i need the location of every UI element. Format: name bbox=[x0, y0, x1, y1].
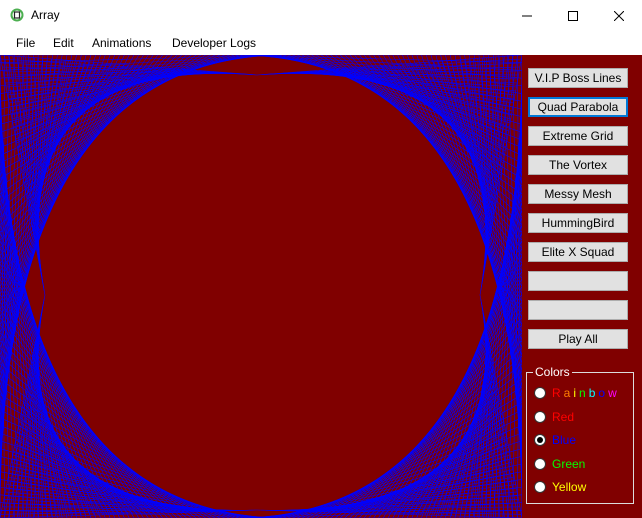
app-icon bbox=[10, 8, 24, 22]
close-icon bbox=[614, 10, 624, 21]
vip-boss-lines-button[interactable]: V.I.P Boss Lines bbox=[528, 68, 628, 88]
radio-yellow[interactable]: Yellow bbox=[534, 479, 586, 495]
radio-label-yellow: Yellow bbox=[552, 480, 587, 494]
rainbow-letter: i bbox=[573, 386, 577, 400]
maximize-icon bbox=[568, 10, 578, 21]
play-all-button[interactable]: Play All bbox=[528, 329, 628, 349]
rainbow-letter: w bbox=[608, 386, 617, 400]
hummingbird-button[interactable]: HummingBird bbox=[528, 213, 628, 233]
radio-button[interactable] bbox=[534, 458, 546, 470]
radio-label-blue: Blue bbox=[552, 433, 577, 447]
window-title: Array bbox=[31, 8, 60, 22]
radio-label-red: Red bbox=[552, 410, 575, 424]
title-bar: Array bbox=[0, 0, 642, 31]
radio-blue[interactable]: Blue bbox=[534, 432, 576, 448]
drawing-canvas: V.I.P Boss Lines Quad Parabola Extreme G… bbox=[0, 55, 642, 518]
messy-mesh-button[interactable]: Messy Mesh bbox=[528, 184, 628, 204]
elite-x-squad-button[interactable]: Elite X Squad bbox=[528, 242, 628, 262]
rainbow-letter: a bbox=[563, 386, 571, 400]
close-button[interactable] bbox=[596, 0, 642, 31]
maximize-button[interactable] bbox=[550, 0, 596, 31]
minimize-button[interactable] bbox=[504, 0, 550, 31]
menu-animations[interactable]: Animations bbox=[92, 36, 151, 50]
radio-red[interactable]: Red bbox=[534, 409, 574, 425]
the-vortex-button[interactable]: The Vortex bbox=[528, 155, 628, 175]
colors-group-label: Colors bbox=[533, 365, 572, 379]
radio-button[interactable] bbox=[534, 411, 546, 423]
rainbow-letter: R bbox=[552, 386, 561, 400]
radio-button[interactable] bbox=[534, 481, 546, 493]
menu-edit[interactable]: Edit bbox=[53, 36, 74, 50]
colors-group: Colors Rainbow Red Blue Green Yellow bbox=[526, 365, 634, 504]
radio-green[interactable]: Green bbox=[534, 456, 585, 472]
radio-label-green: Green bbox=[552, 457, 586, 471]
menu-developer-logs[interactable]: Developer Logs bbox=[172, 36, 256, 50]
menu-bar: File Edit Animations Developer Logs bbox=[0, 31, 642, 55]
menu-file[interactable]: File bbox=[16, 36, 35, 50]
radio-button[interactable] bbox=[534, 434, 546, 446]
quad-parabola-button[interactable]: Quad Parabola bbox=[528, 97, 628, 117]
minimize-icon bbox=[522, 15, 532, 16]
radio-rainbow[interactable]: Rainbow bbox=[534, 385, 620, 401]
quad-parabola-pattern bbox=[0, 55, 522, 518]
radio-button[interactable] bbox=[534, 387, 546, 399]
blank-button-2[interactable] bbox=[528, 300, 628, 320]
rainbow-letter: b bbox=[588, 386, 596, 400]
inner-curved-region bbox=[49, 79, 476, 506]
extreme-grid-button[interactable]: Extreme Grid bbox=[528, 126, 628, 146]
rainbow-letter: o bbox=[598, 386, 606, 400]
blank-button-1[interactable] bbox=[528, 271, 628, 291]
rainbow-letter: n bbox=[579, 386, 586, 400]
radio-label-rainbow: Rainbow bbox=[552, 386, 620, 400]
